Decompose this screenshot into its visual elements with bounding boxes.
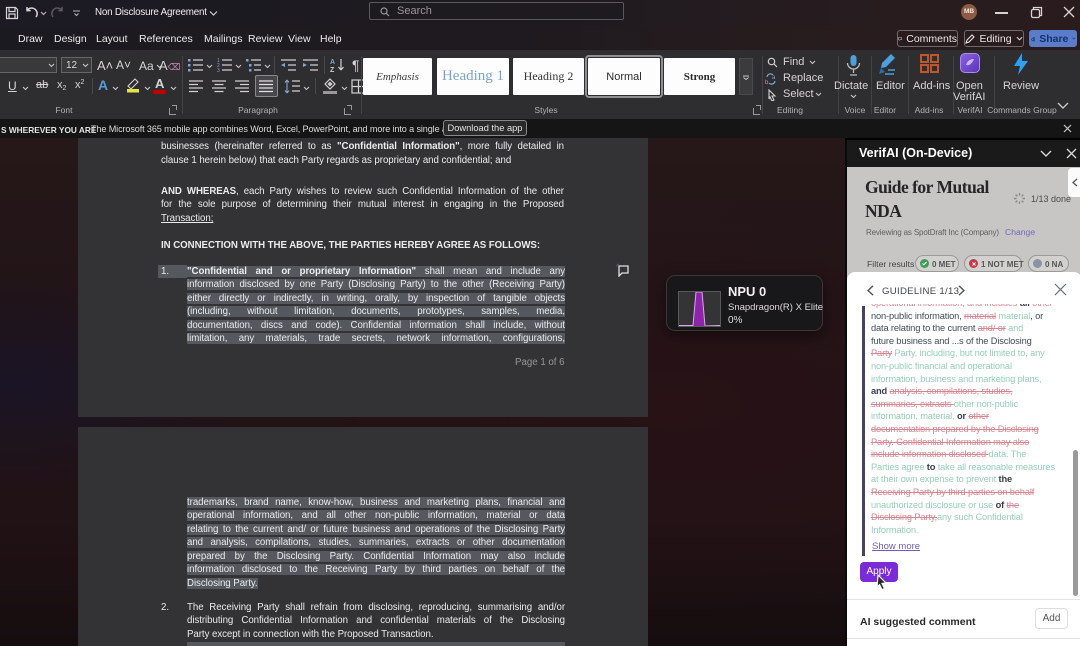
svg-text:3: 3: [217, 68, 220, 72]
svg-text:Z: Z: [330, 67, 335, 73]
svg-text:A: A: [330, 59, 335, 66]
